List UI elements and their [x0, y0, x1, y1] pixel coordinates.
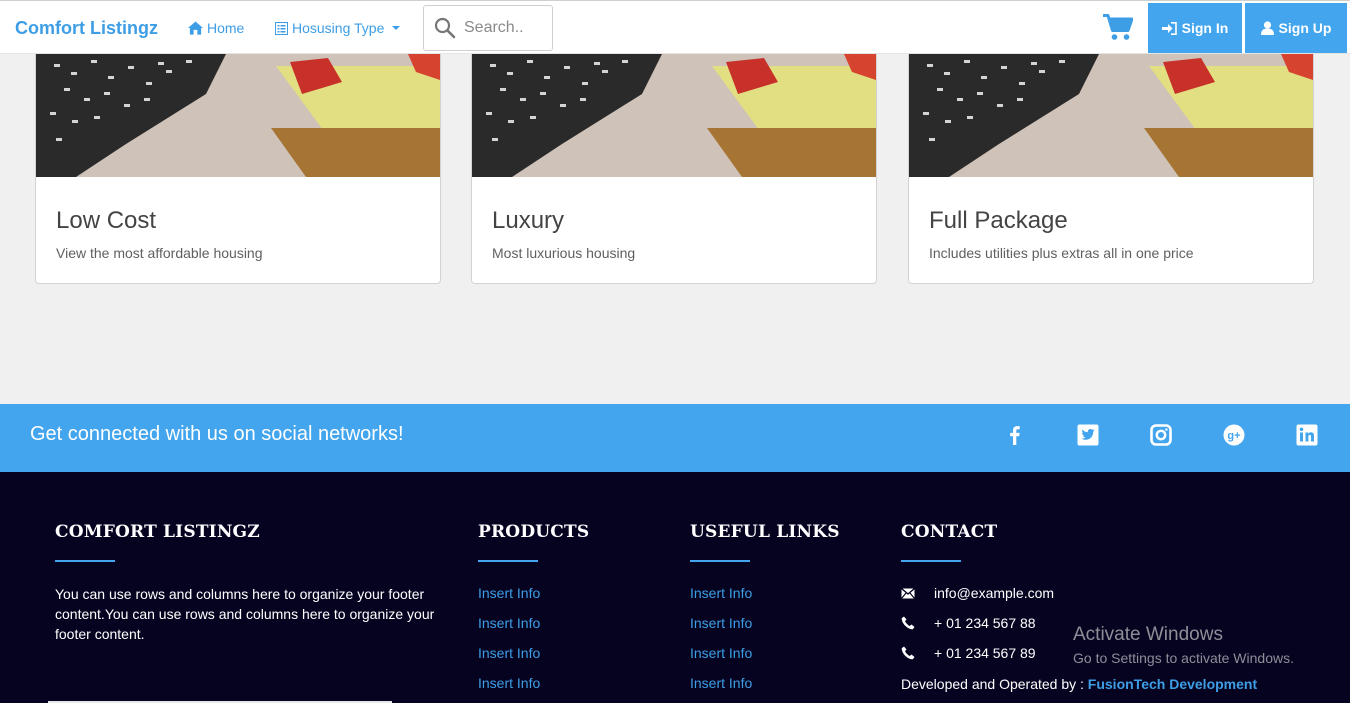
card-title: Luxury: [492, 207, 565, 234]
developer-label: Developed and Operated by :: [901, 676, 1088, 692]
card-text: Includes utilities plus extras all in on…: [929, 245, 1194, 261]
footer-about-heading: COMFORT LISTINGZ: [55, 522, 260, 542]
contact-email: info@example.com: [901, 585, 1054, 601]
home-icon: [188, 21, 203, 35]
bedroom-photo: [909, 54, 1313, 177]
cart-button[interactable]: [1103, 14, 1134, 46]
user-icon: [1260, 21, 1274, 35]
footer-useful-link[interactable]: Insert Info: [690, 645, 752, 661]
facebook-icon[interactable]: [1004, 424, 1026, 446]
contact-phone: + 01 234 567 88: [901, 615, 1036, 631]
heading-divider: [478, 560, 538, 562]
card-text: View the most affordable housing: [56, 245, 263, 261]
footer-products-heading: PRODUCTS: [478, 522, 590, 542]
contact-phone-text: + 01 234 567 88: [934, 615, 1036, 631]
developer-credit: Developed and Operated by : FusionTech D…: [901, 676, 1257, 692]
svg-text:g+: g+: [1227, 430, 1240, 442]
nav-housing-type-dropdown[interactable]: Hosusing Type: [275, 20, 401, 36]
social-text: Get connected with us on social networks…: [30, 423, 404, 445]
bedroom-photo: [36, 54, 440, 177]
sign-up-label: Sign Up: [1278, 20, 1332, 36]
footer: COMFORT LISTINGZ You can use rows and co…: [0, 472, 1350, 703]
nav-home-label: Home: [207, 20, 245, 36]
phone-icon: [901, 646, 934, 660]
navbar: Comfort Listingz Home Hosusing Type Sear…: [0, 0, 1350, 54]
sign-in-label: Sign In: [1181, 20, 1229, 36]
search-icon: [434, 17, 456, 39]
heading-divider: [55, 560, 115, 562]
footer-useful-link[interactable]: Insert Info: [690, 675, 752, 691]
card-low-cost[interactable]: Low Cost View the most affordable housin…: [35, 54, 441, 284]
phone-icon: [901, 616, 934, 630]
instagram-icon[interactable]: [1150, 424, 1172, 446]
activate-windows-title: Activate Windows: [1073, 624, 1223, 645]
nav-housing-type-label: Hosusing Type: [292, 20, 385, 36]
cart-icon: [1103, 14, 1134, 40]
chevron-down-icon: [392, 26, 401, 30]
footer-useful-link[interactable]: Insert Info: [690, 615, 752, 631]
card-text: Most luxurious housing: [492, 245, 636, 261]
card-title: Low Cost: [56, 207, 157, 234]
heading-divider: [901, 560, 961, 562]
footer-about-text: You can use rows and columns here to org…: [55, 586, 435, 642]
brand-link[interactable]: Comfort Listingz: [15, 18, 158, 39]
developer-link[interactable]: FusionTech Development: [1088, 676, 1257, 692]
footer-products-link[interactable]: Insert Info: [478, 645, 540, 661]
twitter-icon[interactable]: [1077, 424, 1099, 446]
card-full-package[interactable]: Full Package Includes utilities plus ext…: [908, 54, 1314, 284]
card-luxury[interactable]: Luxury Most luxurious housing: [471, 54, 877, 284]
footer-useful-links-heading: USEFUL LINKS: [690, 522, 840, 542]
sign-up-button[interactable]: Sign Up: [1245, 3, 1347, 53]
list-icon: [275, 21, 288, 35]
footer-products-link[interactable]: Insert Info: [478, 585, 540, 601]
contact-email-text: info@example.com: [934, 585, 1055, 601]
envelope-icon: [901, 587, 934, 599]
sign-in-icon: [1161, 21, 1177, 35]
linkedin-icon[interactable]: [1296, 424, 1318, 446]
contact-phone: + 01 234 567 89: [901, 645, 1036, 661]
google-plus-icon[interactable]: g+: [1223, 424, 1245, 446]
footer-products-link[interactable]: Insert Info: [478, 615, 540, 631]
activate-windows-subtitle: Go to Settings to activate Windows.: [1073, 650, 1294, 666]
sign-in-button[interactable]: Sign In: [1148, 3, 1242, 53]
search-input[interactable]: [464, 19, 548, 37]
heading-divider: [690, 560, 750, 562]
bedroom-photo: [472, 54, 876, 177]
footer-contact-heading: CONTACT: [901, 522, 998, 542]
nav-home-link[interactable]: Home: [188, 20, 244, 36]
contact-phone-text: + 01 234 567 89: [934, 645, 1036, 661]
social-bar: Get connected with us on social networks…: [0, 404, 1350, 472]
search-box: [423, 5, 553, 51]
footer-useful-link[interactable]: Insert Info: [690, 585, 752, 601]
footer-products-link[interactable]: Insert Info: [478, 675, 540, 691]
card-title: Full Package: [929, 207, 1068, 234]
